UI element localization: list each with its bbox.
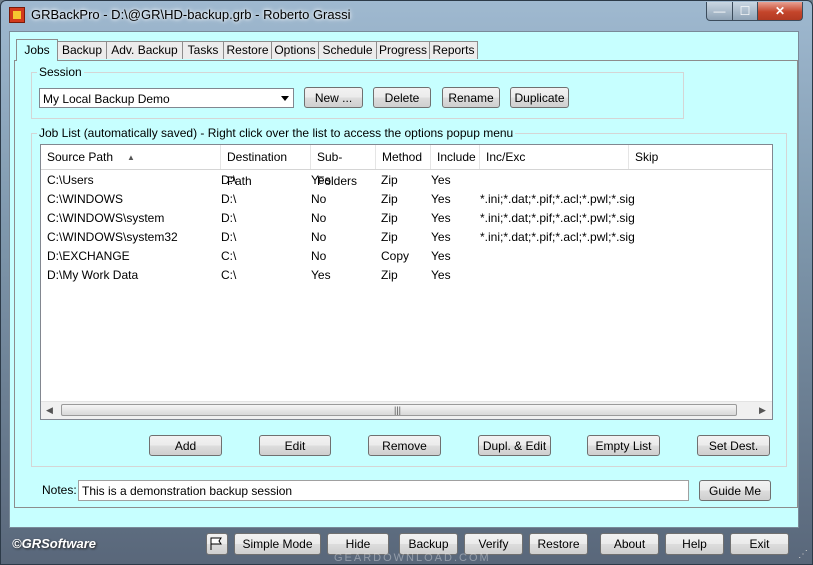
cell-source-path: C:\WINDOWS\system (47, 211, 165, 225)
cell-source-path: C:\Users (47, 173, 94, 187)
cell-source-path: D:\EXCHANGE (47, 249, 130, 263)
tab-restore[interactable]: Restore (223, 41, 272, 59)
edit-job-button[interactable]: Edit (259, 435, 331, 456)
cell-sub-folders: No (311, 249, 327, 263)
restore-button[interactable]: Restore (529, 533, 588, 555)
delete-session-button[interactable]: Delete (373, 87, 431, 108)
set-destination-button[interactable]: Set Dest. (697, 435, 770, 456)
cell-include: Yes (431, 192, 451, 206)
close-button[interactable]: ✕ (757, 2, 803, 21)
table-row[interactable]: C:\WINDOWS\system32 D:\ No Zip Yes *.ini;*.da… (41, 228, 772, 247)
notes-input[interactable] (78, 480, 689, 501)
tab-jobs[interactable]: Jobs (16, 39, 58, 61)
duplicate-edit-button[interactable]: Dupl. & Edit (478, 435, 551, 456)
add-job-button[interactable]: Add (149, 435, 222, 456)
column-inc-exc[interactable]: Inc/Exc (480, 145, 629, 169)
maximize-button[interactable]: ☐ (732, 2, 758, 21)
cell-sub-folders: Yes (311, 268, 331, 282)
grip-icon: ||| (394, 405, 402, 415)
tab-adv-backup[interactable]: Adv. Backup (106, 41, 183, 59)
column-destination-path[interactable]: Destination Path (221, 145, 311, 188)
cell-sub-folders: No (311, 192, 327, 206)
flag-icon (210, 537, 222, 550)
title-bar[interactable]: GRBackPro - D:\@GR\HD-backup.grb - Rober… (1, 1, 812, 27)
cell-include: Yes (431, 230, 451, 244)
resize-grip-icon[interactable]: ⋰ (798, 549, 808, 560)
job-list-header: Source Path ▲ Destination Path Sub-Folde… (41, 145, 772, 188)
cell-include: Yes (431, 173, 451, 187)
table-row[interactable]: C:\Users D:\ Yes Zip Yes (41, 171, 772, 190)
column-include[interactable]: Include (431, 145, 480, 169)
notes-label: Notes: (42, 483, 77, 497)
table-row[interactable]: D:\EXCHANGE C:\ No Copy Yes (41, 247, 772, 266)
column-source-path[interactable]: Source Path ▲ (41, 145, 221, 169)
cell-method: Zip (381, 192, 398, 206)
cell-destination-path: D:\ (221, 211, 237, 225)
horizontal-scrollbar[interactable]: ◀ ||| ▶ (41, 401, 772, 419)
cell-method: Zip (381, 268, 398, 282)
cell-source-path: C:\WINDOWS (47, 192, 123, 206)
cell-destination-path: D:\ (221, 230, 237, 244)
help-button[interactable]: Help (665, 533, 724, 555)
remove-job-button[interactable]: Remove (368, 435, 441, 456)
about-button[interactable]: About (600, 533, 659, 555)
simple-mode-button[interactable]: Simple Mode (234, 533, 321, 555)
column-sub-folders[interactable]: Sub-Folders (311, 145, 376, 188)
cell-method: Zip (381, 173, 398, 187)
new-session-button[interactable]: New ... (304, 87, 363, 108)
minimize-button[interactable]: — (706, 2, 733, 21)
window-title: GRBackPro - D:\@GR\HD-backup.grb - Rober… (31, 7, 351, 22)
table-row[interactable]: C:\WINDOWS\system D:\ No Zip Yes *.ini;*.dat;… (41, 209, 772, 228)
cell-destination-path: D:\ (221, 173, 237, 187)
session-select-value: My Local Backup Demo (43, 92, 170, 106)
cell-method: Zip (381, 230, 398, 244)
rename-session-button[interactable]: Rename (442, 87, 500, 108)
scroll-right-icon[interactable]: ▶ (759, 405, 766, 416)
session-label: Session (37, 65, 84, 79)
cell-include: Yes (431, 211, 451, 225)
cell-inc-exc: *.ini;*.dat;*.pif;*.acl;*.pwl;*.sig (480, 211, 635, 225)
job-list-label: Job List (automatically saved) - Right c… (37, 126, 516, 140)
cell-include: Yes (431, 268, 451, 282)
cell-method: Zip (381, 211, 398, 225)
cell-destination-path: C:\ (221, 268, 237, 282)
exit-button[interactable]: Exit (730, 533, 789, 555)
session-select[interactable]: My Local Backup Demo (39, 88, 294, 108)
tab-backup[interactable]: Backup (57, 41, 107, 59)
tab-tasks[interactable]: Tasks (182, 41, 224, 59)
app-icon[interactable] (9, 7, 25, 23)
tab-reports[interactable]: Reports (429, 41, 478, 59)
table-row[interactable]: C:\WINDOWS D:\ No Zip Yes *.ini;*.dat;*.pif;*… (41, 190, 772, 209)
tab-schedule[interactable]: Schedule (318, 41, 377, 59)
cell-destination-path: D:\ (221, 192, 237, 206)
cell-sub-folders: No (311, 211, 327, 225)
tab-progress[interactable]: Progress (376, 41, 430, 59)
column-method[interactable]: Method (376, 145, 431, 169)
cell-source-path: C:\WINDOWS\system32 (47, 230, 178, 244)
empty-list-button[interactable]: Empty List (587, 435, 660, 456)
cell-sub-folders: Yes (311, 173, 331, 187)
guide-me-button[interactable]: Guide Me (699, 480, 771, 501)
sort-ascending-icon: ▲ (127, 153, 135, 162)
cell-include: Yes (431, 249, 451, 263)
tab-options[interactable]: Options (271, 41, 319, 59)
cell-destination-path: C:\ (221, 249, 237, 263)
flag-button[interactable] (206, 533, 228, 555)
column-label: Source Path (47, 150, 114, 164)
chevron-down-icon[interactable] (281, 96, 289, 101)
duplicate-session-button[interactable]: Duplicate (510, 87, 569, 108)
scroll-left-icon[interactable]: ◀ (46, 405, 53, 416)
cell-inc-exc: *.ini;*.dat;*.pif;*.acl;*.pwl;*.sig (480, 230, 635, 244)
table-row[interactable]: D:\My Work Data C:\ Yes Zip Yes (41, 266, 772, 285)
scrollbar-thumb[interactable]: ||| (61, 404, 737, 416)
column-skip[interactable]: Skip (629, 145, 772, 169)
cell-method: Copy (381, 249, 410, 263)
cell-inc-exc: *.ini;*.dat;*.pif;*.acl;*.pwl;*.sig (480, 192, 635, 206)
watermark: GEARDOWNLOAD.COM (334, 552, 491, 564)
job-list[interactable]: Source Path ▲ Destination Path Sub-Folde… (40, 144, 773, 420)
brand-logo: ©GRSoftware (12, 536, 96, 551)
app-window: GRBackPro - D:\@GR\HD-backup.grb - Rober… (0, 0, 813, 565)
cell-sub-folders: No (311, 230, 327, 244)
cell-source-path: D:\My Work Data (47, 268, 139, 282)
